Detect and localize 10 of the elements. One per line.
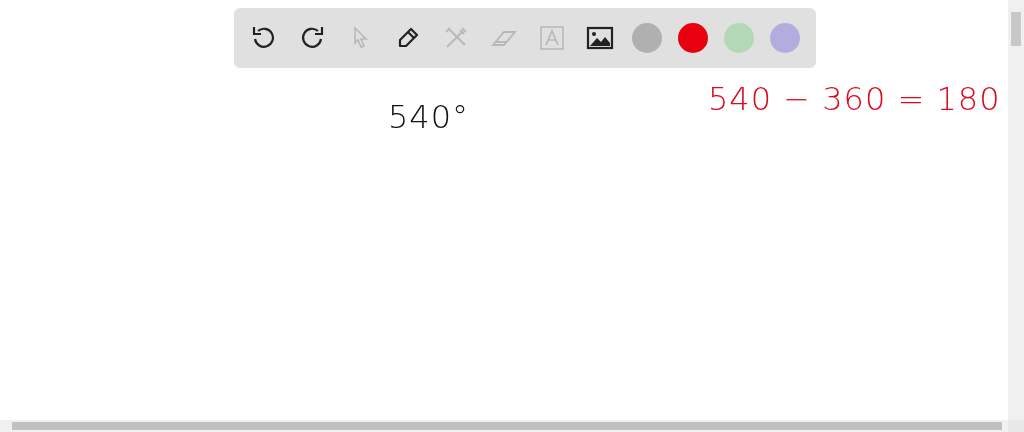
vertical-scrollbar[interactable] bbox=[1008, 0, 1024, 420]
handwritten-note: 540° bbox=[388, 98, 470, 136]
handwritten-note: 540 − 360 = 180 bbox=[708, 80, 1001, 118]
color-swatch[interactable] bbox=[724, 23, 754, 53]
text-box-icon bbox=[538, 24, 566, 52]
color-swatch[interactable] bbox=[632, 23, 662, 53]
color-swatch[interactable] bbox=[678, 23, 708, 53]
color-swatch[interactable] bbox=[770, 23, 800, 53]
horizontal-scrollbar[interactable] bbox=[0, 420, 1008, 432]
image-icon bbox=[586, 24, 614, 52]
